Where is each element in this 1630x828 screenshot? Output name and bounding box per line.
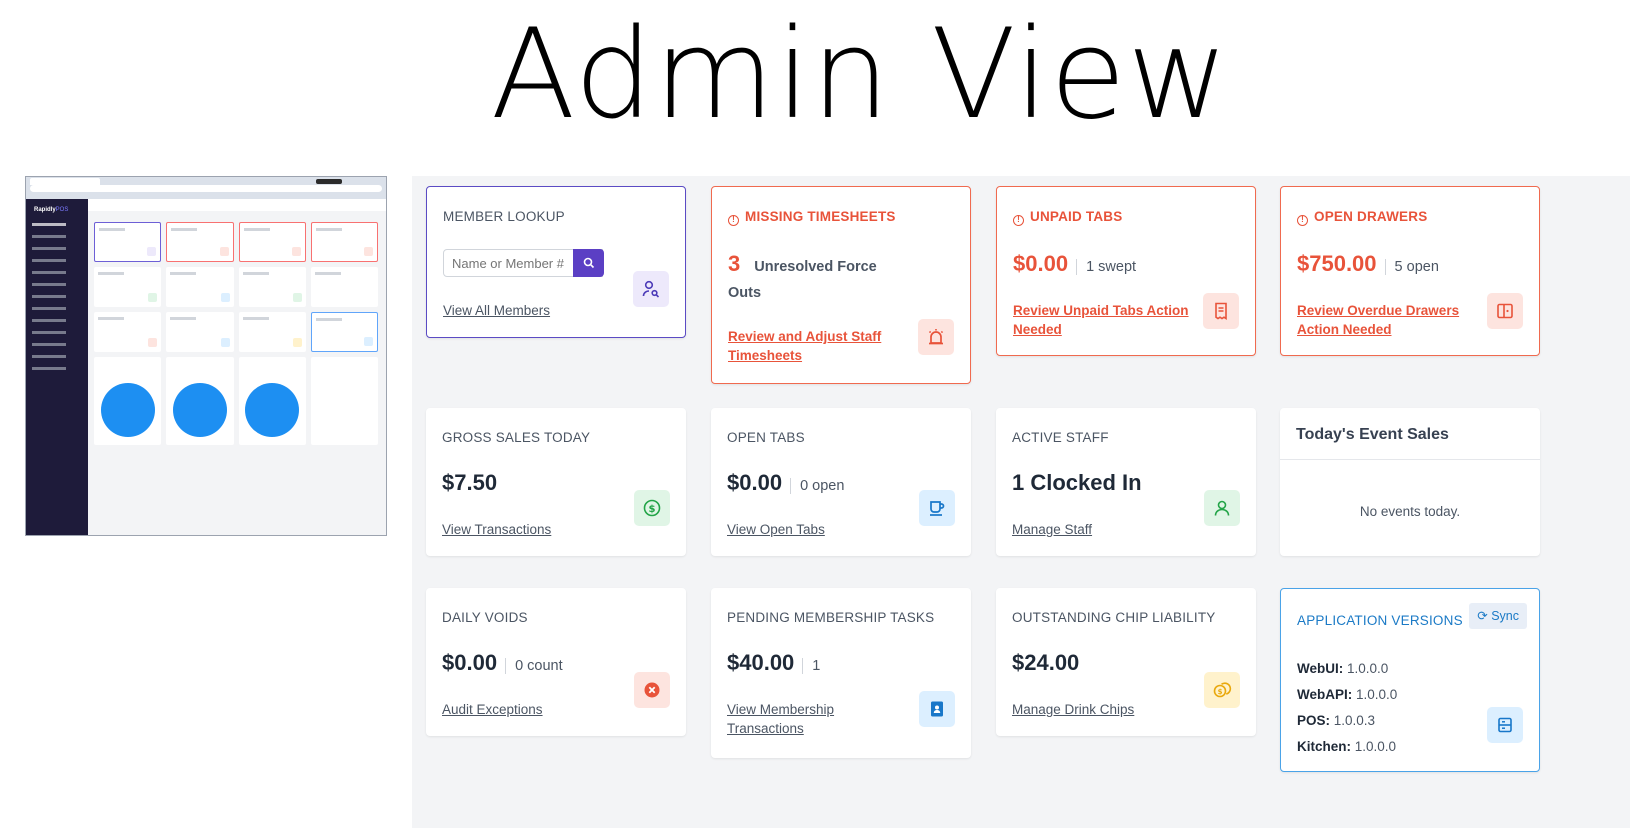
view-all-members-link[interactable]: View All Members bbox=[443, 301, 550, 320]
dollar-icon: $ bbox=[634, 490, 670, 526]
view-transactions-link[interactable]: View Transactions bbox=[442, 520, 551, 539]
page-heading: Admin View bbox=[490, 3, 1230, 147]
event-sales-card: Today's Event Sales No events today. bbox=[1280, 408, 1540, 556]
user-icon bbox=[1204, 490, 1240, 526]
gross-sales-value: $7.50 bbox=[442, 470, 498, 495]
card-title: OPEN TABS bbox=[727, 430, 805, 445]
receipt-icon bbox=[1203, 293, 1239, 329]
dashboard-detail: MEMBER LOOKUP View All Members !MISSING … bbox=[412, 176, 1630, 828]
event-sales-title: Today's Event Sales bbox=[1280, 408, 1540, 460]
card-title: ACTIVE STAFF bbox=[1012, 430, 1109, 445]
card-title: MEMBER LOOKUP bbox=[443, 209, 565, 224]
event-sales-empty: No events today. bbox=[1359, 504, 1461, 519]
gross-sales-card: GROSS SALES TODAY $7.50 View Transaction… bbox=[426, 408, 686, 556]
card-title: GROSS SALES TODAY bbox=[442, 430, 591, 445]
svg-text:$: $ bbox=[1218, 688, 1223, 696]
app-versions-card: APPLICATION VERSIONS ⟳ Sync WebUI: 1.0.0… bbox=[1280, 588, 1540, 772]
search-button[interactable] bbox=[573, 249, 604, 277]
drawer-icon bbox=[1487, 293, 1523, 329]
thumbnail-main bbox=[88, 199, 386, 535]
active-staff-card: ACTIVE STAFF 1 Clocked In Manage Staff bbox=[996, 408, 1256, 556]
membership-tasks-value: $40.00 1 bbox=[727, 650, 821, 675]
thumbnail-logo: RapidlyPOS bbox=[34, 207, 69, 213]
member-card-icon bbox=[919, 691, 955, 727]
card-title: PENDING MEMBERSHIP TASKS bbox=[727, 610, 935, 625]
review-timesheets-link[interactable]: Review and Adjust Staff Timesheets bbox=[728, 327, 898, 365]
user-search-icon bbox=[633, 271, 669, 307]
review-unpaid-tabs-link[interactable]: Review Unpaid Tabs Action Needed bbox=[1013, 301, 1193, 339]
view-open-tabs-link[interactable]: View Open Tabs bbox=[727, 520, 825, 539]
membership-tasks-card: PENDING MEMBERSHIP TASKS $40.00 1 View Me… bbox=[711, 588, 971, 758]
chip-liability-value: $24.00 bbox=[1012, 650, 1080, 675]
coins-icon: $ bbox=[1204, 672, 1240, 708]
card-title: APPLICATION VERSIONS bbox=[1297, 613, 1463, 628]
x-circle-icon bbox=[634, 672, 670, 708]
open-tabs-value: $0.00 0 open bbox=[727, 470, 845, 495]
unpaid-tabs-value: $0.00 1 swept bbox=[1013, 251, 1137, 276]
missing-timesheets-card: ! MISSING TIMESHEETS 3 Unresolved Force Ou… bbox=[711, 186, 971, 384]
sync-button[interactable]: ⟳ Sync bbox=[1469, 603, 1527, 629]
member-lookup-card: MEMBER LOOKUP View All Members bbox=[426, 186, 686, 338]
card-title: ! OPEN DRAWERS bbox=[1297, 209, 1427, 226]
thumbnail-sidebar: RapidlyPOS bbox=[26, 199, 88, 535]
cup-icon bbox=[919, 490, 955, 526]
card-title: ! UNPAID TABS bbox=[1013, 209, 1122, 226]
missing-timesheets-sub: Outs bbox=[728, 285, 762, 301]
card-title: DAILY VOIDS bbox=[442, 610, 528, 625]
chip-liability-card: OUTSTANDING CHIP LIABILITY $24.00 Manage… bbox=[996, 588, 1256, 736]
unpaid-tabs-card: ! UNPAID TABS $0.00 1 swept Review Unpaid … bbox=[996, 186, 1256, 356]
review-drawers-link[interactable]: Review Overdue Drawers Action Needed bbox=[1297, 301, 1477, 339]
version-row: POS: 1.0.0.3 bbox=[1297, 713, 1376, 728]
view-membership-transactions-link[interactable]: View Membership Transactions bbox=[727, 700, 867, 738]
manage-drink-chips-link[interactable]: Manage Drink Chips bbox=[1012, 700, 1134, 719]
search-icon bbox=[583, 257, 594, 269]
manage-staff-link[interactable]: Manage Staff bbox=[1012, 520, 1092, 539]
daily-voids-value: $0.00 0 count bbox=[442, 650, 563, 675]
alert-icon: ! bbox=[728, 215, 739, 226]
alarm-icon bbox=[918, 319, 954, 355]
version-row: WebUI: 1.0.0.0 bbox=[1297, 661, 1389, 676]
svg-text:$: $ bbox=[649, 504, 656, 515]
open-drawers-value: $750.00 5 open bbox=[1297, 251, 1439, 276]
open-drawers-card: ! OPEN DRAWERS $750.00 5 open Review Overd… bbox=[1280, 186, 1540, 356]
missing-timesheets-value: 3 Unresolved Force bbox=[728, 251, 877, 276]
version-row: WebAPI: 1.0.0.0 bbox=[1297, 687, 1398, 702]
alert-icon: ! bbox=[1013, 215, 1024, 226]
card-title: OUTSTANDING CHIP LIABILITY bbox=[1012, 610, 1216, 625]
version-row: Kitchen: 1.0.0.0 bbox=[1297, 739, 1397, 754]
active-staff-value: 1 Clocked In bbox=[1012, 470, 1142, 495]
alert-icon: ! bbox=[1297, 215, 1308, 226]
server-icon bbox=[1487, 707, 1523, 743]
dashboard-thumbnail: RapidlyPOS bbox=[25, 176, 387, 536]
refresh-icon: ⟳ bbox=[1477, 609, 1492, 623]
audit-exceptions-link[interactable]: Audit Exceptions bbox=[442, 700, 543, 719]
browser-chrome bbox=[26, 177, 386, 199]
card-title: ! MISSING TIMESHEETS bbox=[728, 209, 896, 226]
daily-voids-card: DAILY VOIDS $0.00 0 count Audit Exception… bbox=[426, 588, 686, 736]
open-tabs-card: OPEN TABS $0.00 0 open View Open Tabs bbox=[711, 408, 971, 556]
